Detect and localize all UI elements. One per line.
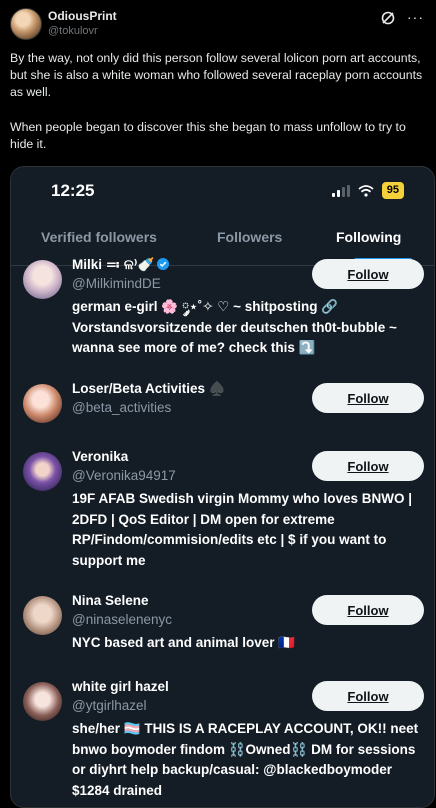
user-bio: german e-girl 🌸 ༘⋆˚✧ ♡ ~ shitposting 🔗 V… bbox=[72, 299, 397, 355]
embedded-screenshot: 12:25 95 Verified followers Followers Fo… bbox=[10, 166, 435, 808]
follow-button[interactable]: Follow bbox=[312, 451, 424, 481]
user-bio: NYC based art and animal lover 🇫🇷 bbox=[72, 635, 296, 650]
verified-badge-icon bbox=[157, 258, 170, 270]
status-bar-time: 12:25 bbox=[51, 181, 95, 200]
wifi-icon bbox=[358, 184, 374, 197]
tab-following[interactable]: Following bbox=[336, 229, 401, 245]
user-bio: 19F AFAB Swedish virgin Mommy who loves … bbox=[72, 491, 413, 568]
follow-button[interactable]: Follow bbox=[312, 595, 424, 625]
avatar[interactable] bbox=[23, 260, 62, 299]
user-name[interactable]: Nina Selene bbox=[72, 593, 149, 608]
author-handle[interactable]: @tokulovr bbox=[48, 25, 98, 37]
post-header: OdiousPrint @tokulovr ··· bbox=[10, 8, 426, 44]
user-name[interactable]: Loser/Beta Activities ♠️ bbox=[72, 381, 226, 397]
user-name[interactable]: Milki ≕ ଳ⁾🍼 bbox=[72, 257, 170, 273]
grok-icon[interactable] bbox=[380, 10, 396, 26]
user-handle[interactable]: @MilkimindDE bbox=[72, 276, 161, 291]
follow-button[interactable]: Follow bbox=[312, 681, 424, 711]
follow-button[interactable]: Follow bbox=[312, 259, 424, 289]
author-display-name[interactable]: OdiousPrint bbox=[48, 9, 117, 23]
avatar[interactable] bbox=[23, 682, 62, 721]
avatar[interactable] bbox=[23, 384, 62, 423]
post-text: By the way, not only did this person fol… bbox=[10, 51, 423, 152]
user-bio: she/her 🏳️‍⚧️ THIS IS A RACEPLAY ACCOUNT… bbox=[72, 721, 419, 798]
user-handle[interactable]: @beta_activities bbox=[72, 400, 171, 415]
user-handle[interactable]: @ytgirlhazel bbox=[72, 698, 146, 713]
user-name[interactable]: Veronika bbox=[72, 449, 128, 464]
tab-followers[interactable]: Followers bbox=[217, 229, 282, 245]
user-handle[interactable]: @ninaselenenyc bbox=[72, 612, 172, 627]
follow-button[interactable]: Follow bbox=[312, 383, 424, 413]
status-bar-indicators: 95 bbox=[331, 182, 404, 199]
battery-indicator: 95 bbox=[381, 182, 404, 199]
more-options-icon[interactable]: ··· bbox=[407, 9, 424, 25]
tab-verified-followers[interactable]: Verified followers bbox=[41, 229, 157, 245]
cellular-signal-icon bbox=[331, 184, 350, 197]
avatar[interactable] bbox=[23, 452, 62, 491]
user-handle[interactable]: @Veronika94917 bbox=[72, 468, 176, 483]
avatar[interactable] bbox=[10, 8, 42, 40]
user-name[interactable]: white girl hazel bbox=[72, 679, 169, 694]
avatar[interactable] bbox=[23, 596, 62, 635]
